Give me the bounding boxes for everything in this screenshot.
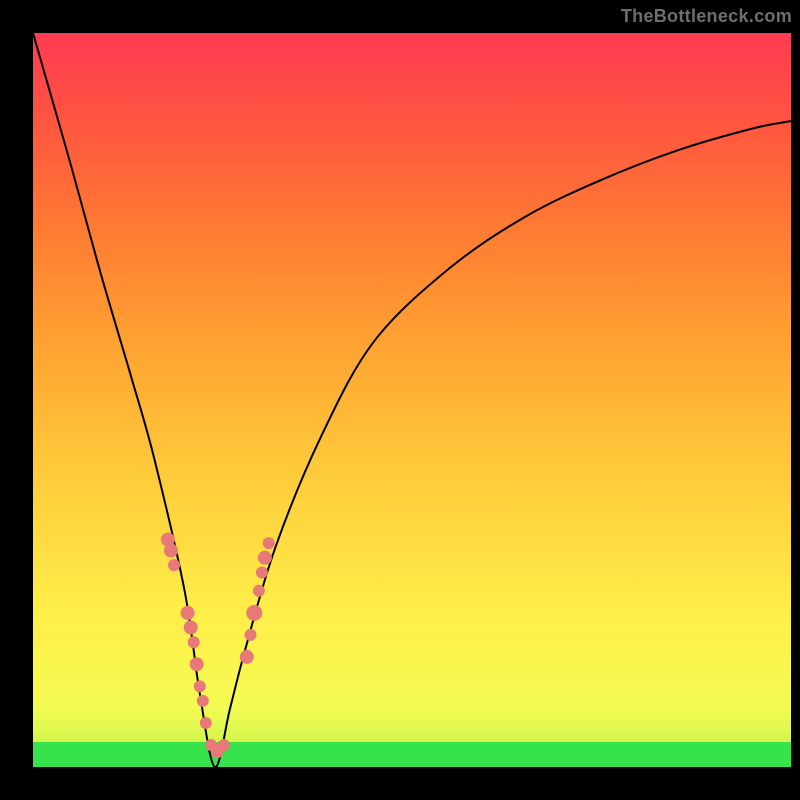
data-marker xyxy=(197,695,209,707)
bottleneck-curve xyxy=(33,33,791,767)
watermark-text: TheBottleneck.com xyxy=(621,6,792,27)
data-marker xyxy=(246,605,262,621)
data-marker xyxy=(164,544,178,558)
data-marker xyxy=(263,537,275,549)
curve-layer xyxy=(33,33,791,767)
plot-area xyxy=(33,33,791,767)
data-marker xyxy=(194,680,206,692)
data-marker xyxy=(240,650,254,664)
data-marker xyxy=(218,739,230,751)
data-marker xyxy=(245,629,257,641)
data-marker xyxy=(190,657,204,671)
data-marker xyxy=(168,559,180,571)
data-marker xyxy=(181,606,195,620)
data-marker xyxy=(200,717,212,729)
data-marker xyxy=(258,551,272,565)
data-marker xyxy=(184,621,198,635)
data-marker xyxy=(256,567,268,579)
chart-stage: TheBottleneck.com xyxy=(0,0,800,800)
data-marker xyxy=(253,585,265,597)
data-marker xyxy=(188,636,200,648)
data-markers xyxy=(161,533,275,759)
